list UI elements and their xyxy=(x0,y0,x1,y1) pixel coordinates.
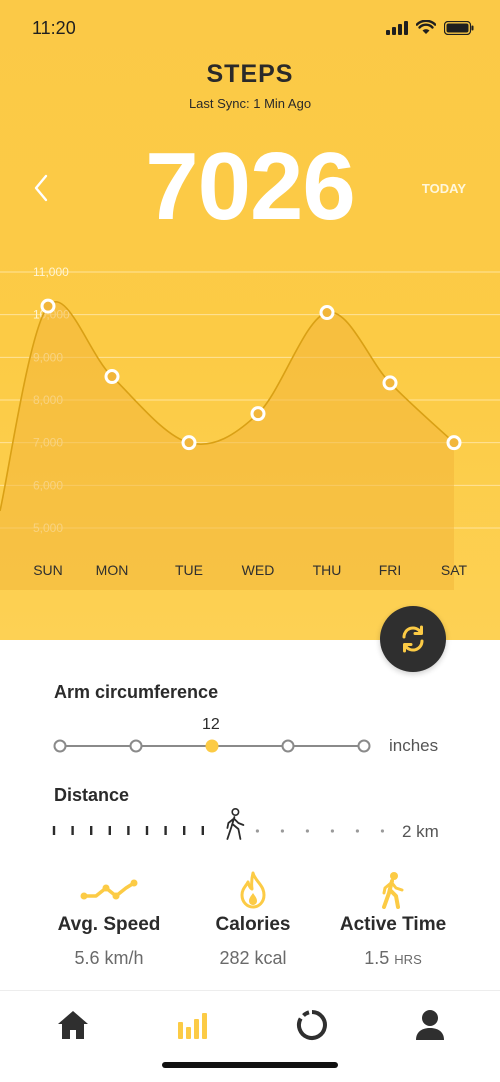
active-time-unit: HRS xyxy=(394,952,422,967)
active-time-label: Active Time xyxy=(339,914,447,935)
slider-stop[interactable] xyxy=(129,739,143,753)
tab-progress[interactable] xyxy=(290,1005,334,1045)
status-bar: 11:20 xyxy=(0,0,500,56)
last-sync-text: Last Sync: 1 Min Ago xyxy=(188,96,312,111)
trend-line-icon xyxy=(80,879,138,900)
data-point-tue[interactable] xyxy=(181,435,197,451)
slider-stop[interactable] xyxy=(357,739,371,753)
x-tick-label-sat: SAT xyxy=(441,562,468,578)
x-tick-label-mon: MON xyxy=(96,562,129,578)
bar-chart-icon xyxy=(178,1013,207,1039)
stats-row: Avg. Speed 5.6 km/h Calories 282 kcal Ac… xyxy=(0,870,500,980)
x-tick-label-sun: SUN xyxy=(33,562,63,578)
distance-progress xyxy=(52,807,384,840)
x-tick-label-thu: THU xyxy=(313,562,342,578)
slider-thumb[interactable] xyxy=(205,739,219,753)
arm-circumference-value: 12 xyxy=(202,716,220,733)
wifi-icon xyxy=(416,20,436,34)
page-title: STEPS xyxy=(206,60,294,88)
distance-dot-remaining xyxy=(305,829,309,833)
distance-dot-remaining xyxy=(280,829,284,833)
data-point-sun[interactable] xyxy=(40,298,56,314)
data-point-fri[interactable] xyxy=(382,375,398,391)
distance-dot-remaining xyxy=(355,829,359,833)
user-icon xyxy=(416,1010,444,1040)
signal-icon xyxy=(386,20,408,35)
chart-area xyxy=(0,301,454,590)
active-time-value-row: 1.5 HRS xyxy=(308,948,478,969)
steps-hero: 11:20 STEPS Last Sync: 1 Min Ago 7026 TO… xyxy=(0,0,500,640)
sync-button[interactable] xyxy=(380,606,446,672)
status-time: 11:20 xyxy=(32,18,76,38)
refresh-icon xyxy=(402,625,424,653)
arm-unit-label: inches xyxy=(389,736,439,755)
status-icons xyxy=(386,20,474,35)
home-indicator xyxy=(162,1062,338,1068)
steps-chart: 11,00010,0009,0008,0007,0006,0005,000SUN… xyxy=(0,265,500,590)
arm-circumference-title: Arm circumference xyxy=(54,682,219,702)
walking-person-icon xyxy=(226,807,245,840)
slider-stop[interactable] xyxy=(281,739,295,753)
flame-icon xyxy=(240,871,266,909)
home-icon xyxy=(58,1011,88,1039)
active-time-value: 1.5 xyxy=(364,948,390,968)
y-tick-label: 11,000 xyxy=(33,265,69,279)
x-tick-label-fri: FRI xyxy=(379,562,402,578)
distance-value: 2 km xyxy=(402,822,439,841)
slider-stop[interactable] xyxy=(53,739,67,753)
distance-dot-remaining xyxy=(255,829,259,833)
data-point-sat[interactable] xyxy=(446,435,462,451)
tab-bar xyxy=(0,990,500,1082)
tab-stats[interactable] xyxy=(171,1005,215,1045)
x-tick-label-wed: WED xyxy=(242,562,275,578)
tab-home[interactable] xyxy=(51,1005,95,1045)
x-tick-label-tue: TUE xyxy=(175,562,203,578)
distance-title: Distance xyxy=(54,785,130,805)
data-point-thu[interactable] xyxy=(319,305,335,321)
data-point-mon[interactable] xyxy=(104,369,120,385)
distance-dot-remaining xyxy=(330,829,334,833)
battery-icon xyxy=(444,20,474,35)
today-button[interactable]: TODAY xyxy=(422,181,466,196)
distance-dot-remaining xyxy=(380,829,384,833)
stat-active-time: Active Time 1.5 HRS xyxy=(308,870,478,969)
walking-icon xyxy=(382,872,404,909)
progress-ring-icon xyxy=(296,1010,327,1040)
data-point-wed[interactable] xyxy=(250,406,266,422)
tab-profile[interactable] xyxy=(408,1005,452,1045)
arm-circumference-slider[interactable] xyxy=(50,736,380,756)
